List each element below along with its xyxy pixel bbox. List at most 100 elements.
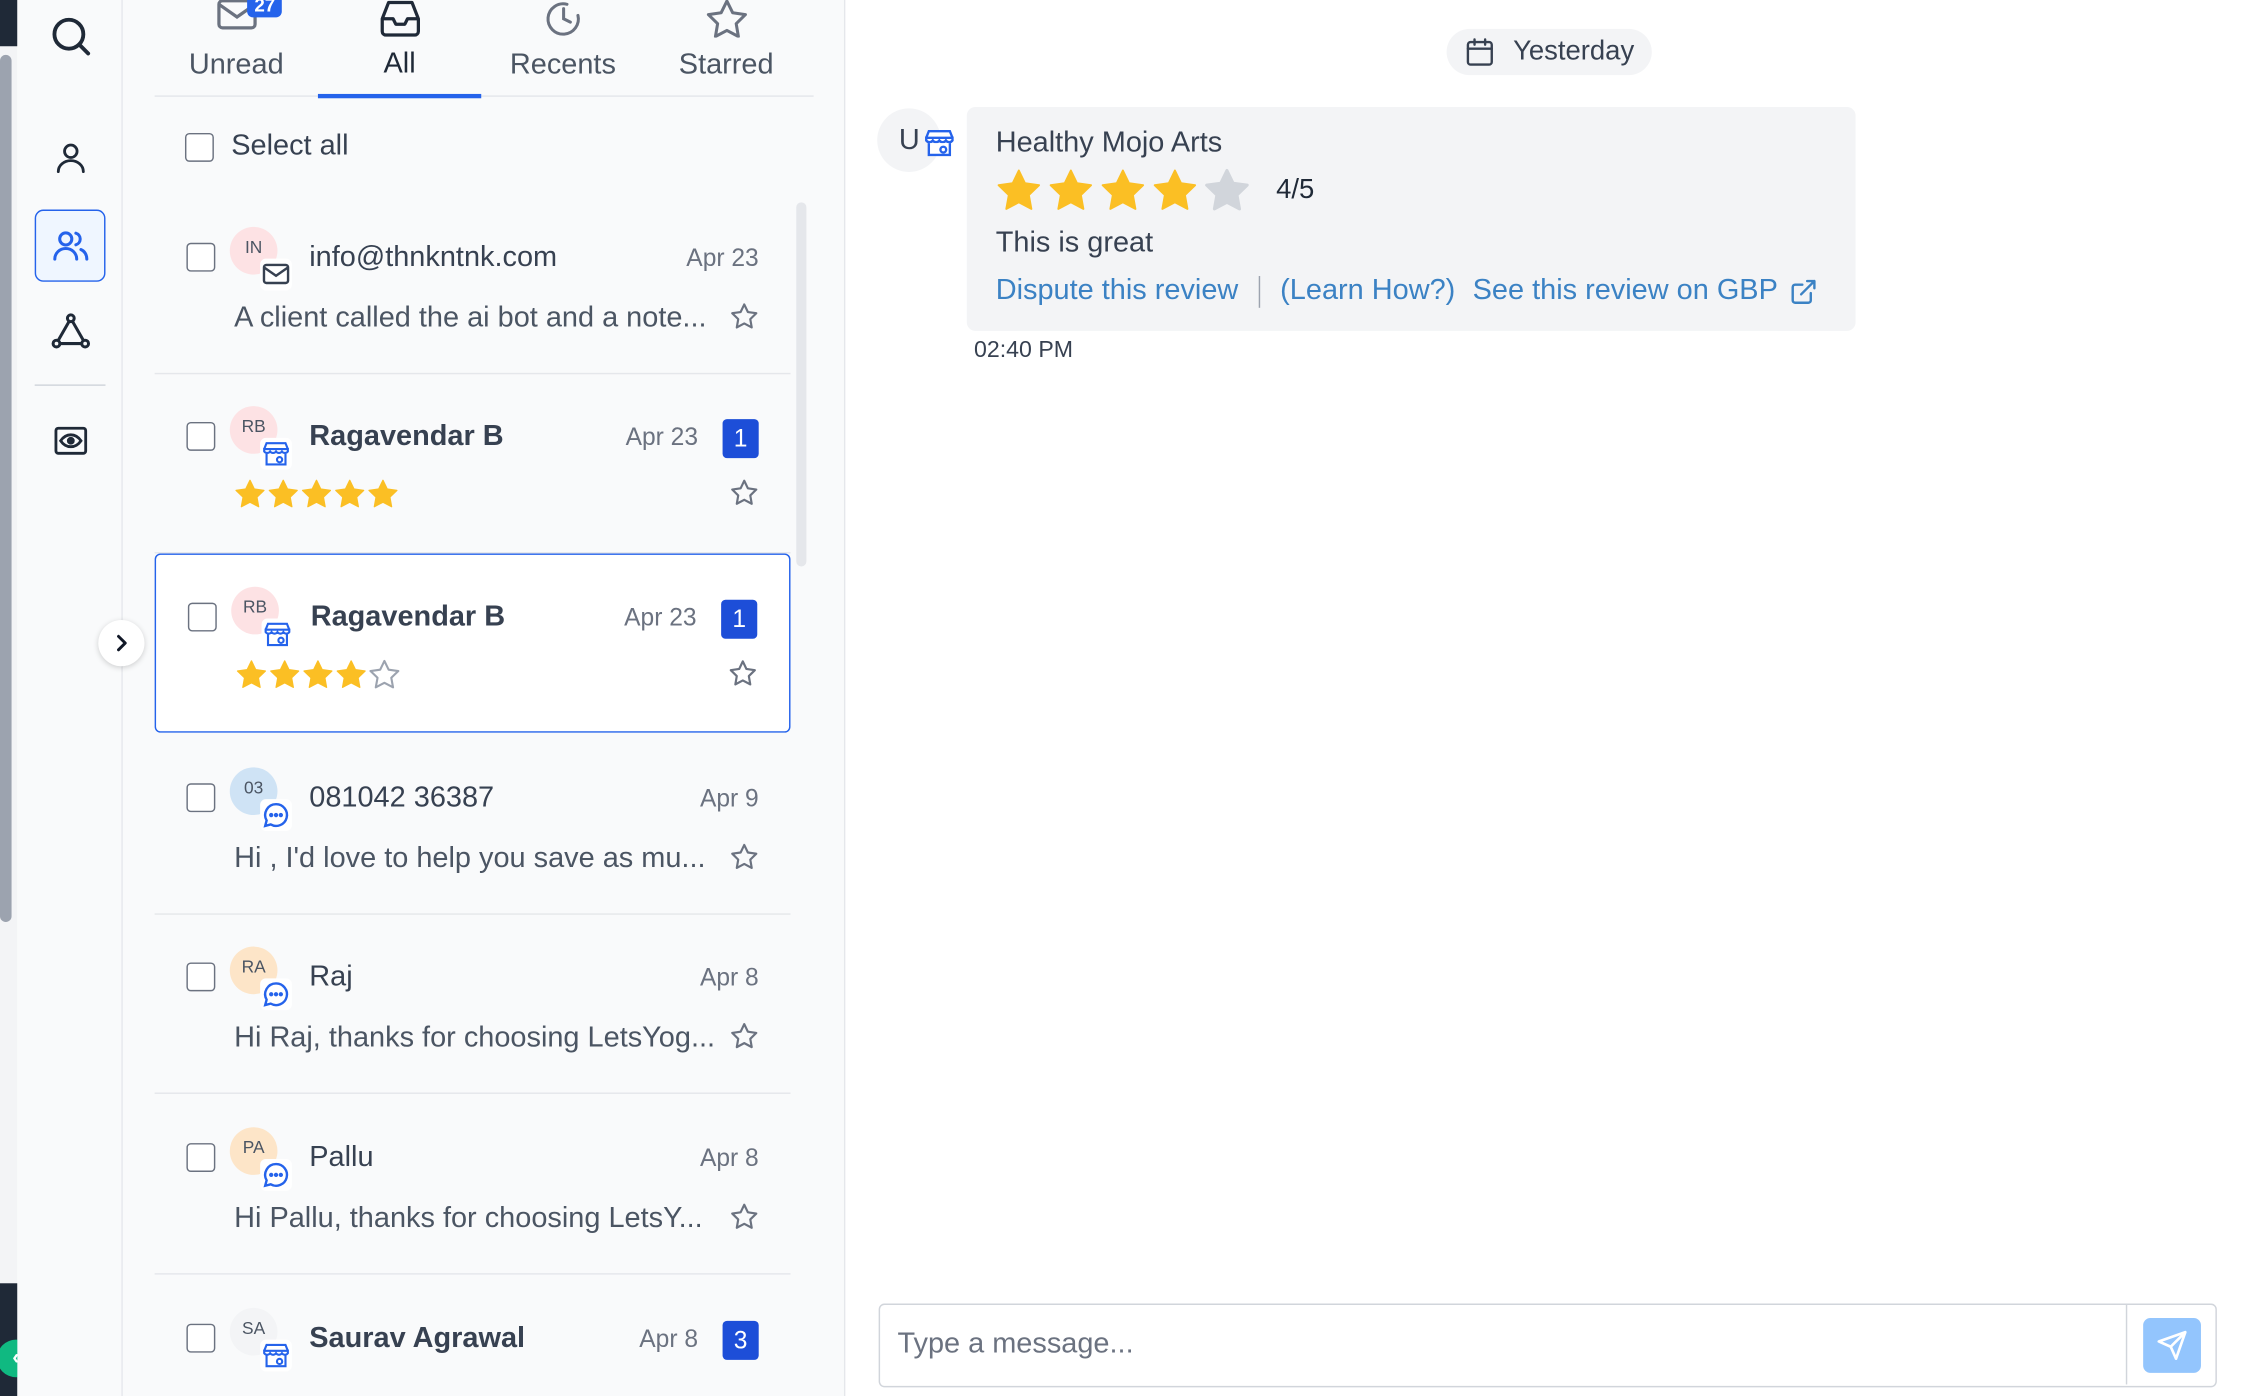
tab-label: Unread [188, 49, 284, 81]
conversation-name: Pallu [309, 1141, 374, 1174]
filled-star-icon [236, 660, 267, 688]
conversation-name: Raj [309, 961, 353, 993]
filled-star-icon [1049, 169, 1093, 210]
star-icon[interactable] [730, 478, 759, 507]
star-rating [234, 478, 399, 510]
conversation-name: Saurav Agrawal [309, 1322, 526, 1355]
date-separator: Yesterday [1446, 28, 1652, 76]
conversation-date: Apr 8 [699, 963, 759, 992]
chat-panel: Yesterday U Healthy Mojo Arts 4/5 This i… [845, 0, 2266, 1396]
conversation-name: Ragavendar B [310, 601, 506, 633]
star-icon [706, 0, 747, 38]
mail-icon [260, 258, 292, 291]
conversation-item[interactable]: RB Ragavendar B Apr 23 1 [154, 374, 791, 554]
conversation-checkbox[interactable] [186, 783, 216, 813]
star-icon[interactable] [728, 659, 757, 688]
conversation-checkbox[interactable] [186, 1143, 216, 1173]
conversation-item[interactable]: PA Pallu Apr 8 Hi Pallu, thanks for choo… [154, 1095, 791, 1275]
conversations-button[interactable] [34, 209, 106, 282]
star-icon[interactable] [730, 302, 759, 331]
review-rating: 4/5 [996, 168, 1315, 214]
conversation-preview: Hi Raj, thanks for choosing LetsYog... [234, 1021, 716, 1054]
send-button[interactable] [2143, 1317, 2201, 1373]
calendar-icon [1466, 38, 1493, 66]
filled-star-icon [368, 479, 398, 508]
send-icon [2157, 1330, 2187, 1360]
external-link-icon[interactable] [1789, 277, 1818, 306]
learn-how-link[interactable]: (Learn How?) [1280, 275, 1455, 308]
tab-label: Starred [678, 49, 774, 81]
see-review-on-gbp-link[interactable]: See this review on GBP [1473, 275, 1778, 308]
filled-star-icon [335, 479, 365, 508]
store-icon [925, 130, 954, 157]
conversation-item-selected[interactable]: RB Ragavendar B Apr 23 1 [154, 553, 791, 733]
select-all-checkbox[interactable] [184, 132, 214, 162]
unread-count-badge: 1 [721, 599, 758, 639]
dispute-review-link[interactable]: Dispute this review [996, 275, 1239, 308]
edge-dark-top [0, 0, 18, 47]
conversation-date: Apr 23 [625, 423, 699, 451]
filled-star-icon [336, 660, 366, 688]
unread-count-badge: 3 [722, 1320, 759, 1360]
review-actions: Dispute this review (Learn How?) See thi… [996, 275, 1819, 308]
star-rating [236, 659, 401, 691]
conversation-checkbox[interactable] [187, 602, 217, 632]
tab-all[interactable]: All [317, 0, 482, 99]
empty-star-icon [369, 659, 400, 689]
list-scrollbar[interactable] [796, 202, 807, 567]
conversation-name: Ragavendar B [309, 420, 504, 453]
chat-icon [260, 978, 292, 1011]
star-icon[interactable] [730, 1202, 759, 1231]
review-star-row [996, 168, 1250, 214]
select-all[interactable]: Select all [184, 130, 349, 163]
workflows-button[interactable] [35, 295, 106, 367]
review-text: This is great [995, 226, 1154, 259]
conversation-date: Apr 9 [699, 784, 759, 813]
store-icon [260, 437, 292, 470]
conversation-list-panel: 27 Unread All Recents Starred Select all [122, 0, 846, 1396]
page-scrollbar[interactable] [0, 54, 12, 922]
filled-star-icon [301, 479, 332, 508]
conversation-checkbox[interactable] [186, 242, 216, 272]
inbox-icon [379, 0, 420, 37]
message-timestamp: 02:40 PM [974, 338, 1074, 363]
search-button[interactable] [35, 0, 106, 72]
star-icon[interactable] [730, 843, 759, 872]
contacts-button[interactable] [35, 121, 106, 193]
expand-panel-button[interactable] [98, 619, 145, 667]
tab-recents[interactable]: Recents [481, 0, 644, 97]
icon-rail [17, 0, 123, 1396]
conversation-checkbox[interactable] [186, 962, 216, 992]
conversation-name: info@thnkntnk.com [309, 241, 558, 274]
users-icon [52, 231, 88, 261]
conversation-item[interactable]: IN info@thnkntnk.com Apr 23 A client cal… [154, 195, 791, 375]
conversation-date: Apr 23 [624, 604, 697, 632]
rail-divider [34, 384, 106, 386]
filled-star-icon [303, 660, 333, 688]
conversation-item[interactable]: RA Raj Apr 8 Hi Raj, thanks for choosing… [154, 915, 791, 1094]
search-icon [51, 17, 90, 56]
conversation-name: 081042 36387 [309, 781, 495, 814]
star-icon[interactable] [730, 1022, 759, 1051]
filled-star-icon [1153, 169, 1197, 210]
tab-unread[interactable]: 27 Unread [155, 0, 318, 97]
conversation-preview: Hi , I'd love to help you save as mu... [234, 842, 706, 875]
tab-starred[interactable]: Starred [645, 0, 808, 97]
preview-button[interactable] [35, 405, 106, 477]
user-icon [56, 143, 85, 174]
clock-icon [545, 2, 580, 36]
conversation-checkbox[interactable] [186, 421, 216, 451]
message-composer [878, 1303, 2217, 1388]
review-rating-label: 4/5 [1276, 174, 1315, 206]
filled-star-icon [997, 169, 1041, 210]
message-input[interactable] [897, 1304, 2112, 1385]
conversation-preview: A client called the ai bot and a note... [234, 302, 707, 334]
store-icon [260, 1339, 292, 1372]
filled-star-icon [235, 479, 265, 508]
conversation-date: Apr 8 [639, 1325, 699, 1353]
filled-star-icon [270, 660, 300, 688]
conversation-item[interactable]: SA Saurav Agrawal Apr 8 3 [155, 1276, 791, 1396]
conversation-item[interactable]: 03 081042 36387 Apr 9 Hi , I'd love to h… [154, 736, 791, 915]
filter-tabs: 27 Unread All Recents Starred [154, 0, 814, 99]
conversation-checkbox[interactable] [186, 1323, 216, 1353]
